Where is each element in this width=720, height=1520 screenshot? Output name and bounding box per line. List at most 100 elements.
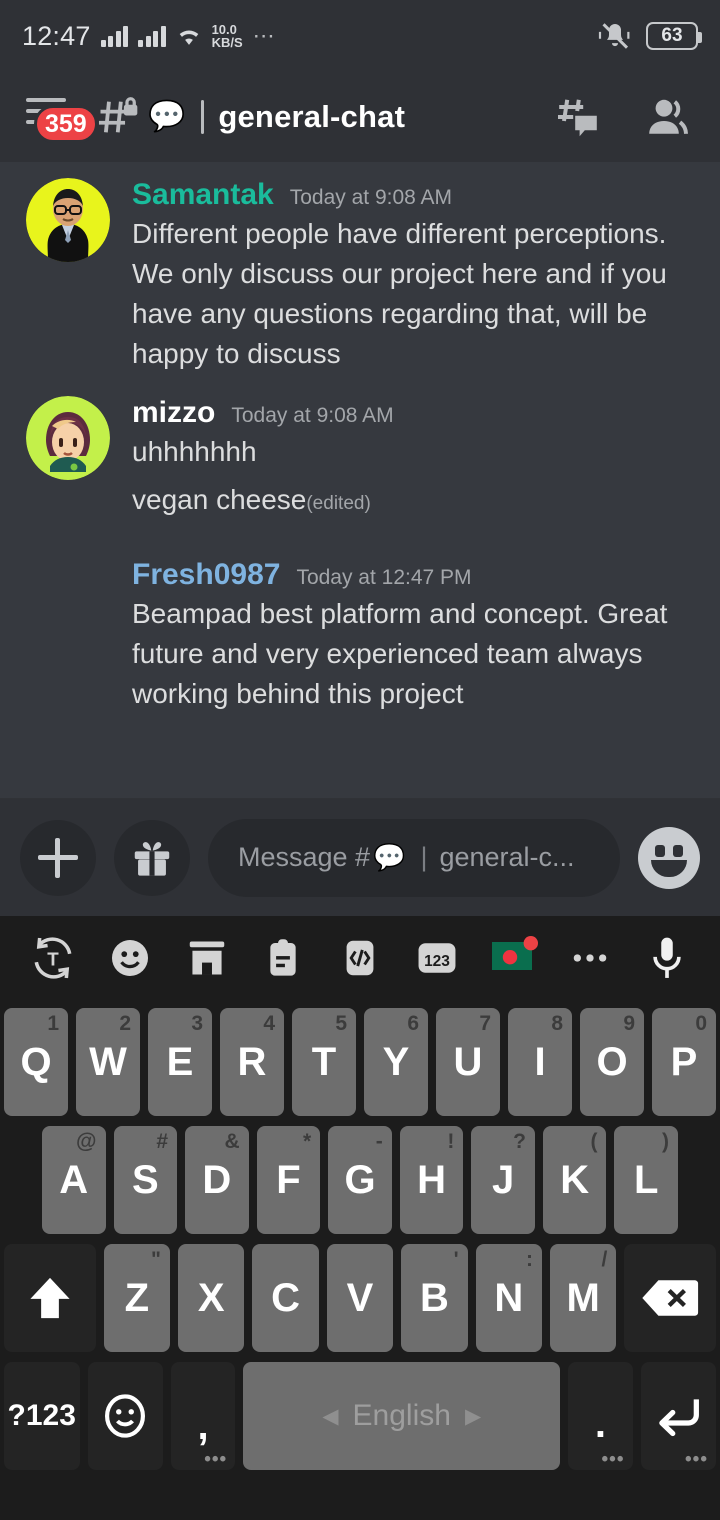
message-timestamp: Today at 9:08 AM: [289, 186, 453, 209]
message-author[interactable]: mizzo: [132, 396, 215, 430]
emoji-key[interactable]: [87, 1362, 163, 1470]
message-input[interactable]: Message # 💬 | general-c...: [208, 818, 620, 897]
key-k[interactable]: (K: [542, 1126, 607, 1234]
key-label: Z: [124, 1275, 150, 1320]
message-item[interactable]: mizzo Today at 9:08 AM uhhhhhhh vegan ch…: [0, 374, 720, 524]
sticker-store-icon[interactable]: [180, 931, 234, 985]
message-author[interactable]: Fresh0987: [132, 558, 280, 592]
key-hint: ': [453, 1248, 459, 1271]
emoji-smile-icon[interactable]: [638, 826, 700, 889]
message-text: Beampad best platform and concept. Great…: [132, 598, 668, 709]
key-hint: /: [601, 1248, 608, 1271]
gift-button[interactable]: [114, 819, 190, 896]
keyboard-rows: 1Q 2W 3E 4R 5T 6Y 7U 8I 9O 0P @ A # S & D *…: [0, 1000, 720, 1490]
key-hint: 1: [47, 1012, 59, 1035]
key-b[interactable]: ' B: [401, 1244, 468, 1352]
key-label: Q: [20, 1039, 52, 1084]
enter-key[interactable]: •••: [640, 1362, 716, 1470]
members-icon[interactable]: [644, 93, 692, 141]
menu-button[interactable]: 359: [20, 89, 98, 145]
emoji-icon[interactable]: [103, 931, 157, 985]
message-item[interactable]: Fresh0987 Today at 12:47 PM Beampad best…: [0, 524, 720, 714]
threads-icon[interactable]: [554, 93, 602, 141]
language-flag-icon[interactable]: [487, 931, 541, 985]
key-x[interactable]: X: [178, 1244, 245, 1352]
symbols-key[interactable]: ?123: [4, 1362, 80, 1470]
code-translate-icon[interactable]: [333, 931, 387, 985]
status-bar: 12:47 10.0 KB/S ⋯ 63: [0, 0, 720, 72]
space-prev-language-arrow[interactable]: ◀: [322, 1404, 338, 1429]
key-e[interactable]: 3E: [148, 1008, 212, 1116]
key-j[interactable]: ? J: [471, 1126, 535, 1234]
key-label: B: [419, 1275, 449, 1320]
message-timestamp: Today at 9:08 AM: [231, 404, 394, 427]
microphone-icon[interactable]: [640, 931, 694, 985]
key-label: L: [634, 1157, 659, 1202]
key-r[interactable]: 4R: [220, 1008, 284, 1116]
emoji-eye-right: [673, 844, 683, 857]
key-z[interactable]: " Z: [103, 1244, 171, 1352]
channel-title: general-chat: [218, 99, 406, 134]
message-list[interactable]: Samantak Today at 9:08 AM Different peop…: [0, 162, 720, 798]
key-label: H: [417, 1157, 446, 1202]
clipboard-icon[interactable]: [256, 931, 310, 985]
key-u[interactable]: 7U: [436, 1008, 500, 1116]
comma-key[interactable]: , •••: [171, 1362, 236, 1470]
key-g[interactable]: -G: [328, 1126, 392, 1234]
key-hint: 9: [623, 1012, 635, 1035]
period-key[interactable]: . •••: [568, 1362, 633, 1470]
key-w[interactable]: 2W: [76, 1008, 140, 1116]
key-t[interactable]: 5T: [292, 1008, 356, 1116]
key-c[interactable]: C: [252, 1244, 319, 1352]
space-key[interactable]: ◀ English ▶: [243, 1362, 561, 1470]
key-i[interactable]: 8I: [508, 1008, 572, 1116]
status-bar-right: 63: [598, 21, 702, 51]
message-text: uhhhhhhh: [132, 436, 257, 467]
key-p[interactable]: 0P: [652, 1008, 716, 1116]
key-hint: 8: [551, 1012, 563, 1035]
more-icon[interactable]: [563, 931, 617, 985]
backspace-key[interactable]: [624, 1244, 716, 1352]
key-l[interactable]: ) L: [614, 1126, 679, 1234]
numbers-icon[interactable]: 123: [410, 931, 464, 985]
network-speed-unit: KB/S: [211, 35, 243, 50]
key-d[interactable]: & D: [185, 1126, 249, 1234]
channel-header: 359 💬 general-chat: [0, 72, 720, 162]
avatar-placeholder: [26, 558, 110, 642]
key-hint: 3: [191, 1012, 203, 1035]
key-h[interactable]: ! H: [399, 1126, 464, 1234]
header-divider: [201, 100, 205, 134]
message-author[interactable]: Samantak: [132, 178, 274, 212]
key-label: F: [276, 1157, 301, 1202]
translate-icon[interactable]: T: [26, 931, 80, 985]
samantak-avatar[interactable]: [26, 178, 110, 262]
key-s[interactable]: # S: [113, 1126, 178, 1234]
key-hint: -: [375, 1130, 383, 1153]
mizzo-avatar[interactable]: [26, 396, 110, 480]
key-hint: 4: [263, 1012, 275, 1035]
emoji-eye-left: [655, 844, 665, 857]
message-item[interactable]: Samantak Today at 9:08 AM Different peop…: [0, 168, 720, 374]
message-timestamp: Today at 12:47 PM: [296, 566, 472, 589]
key-label: M: [566, 1275, 600, 1320]
key-label: S: [131, 1157, 159, 1202]
key-o[interactable]: 9O: [580, 1008, 644, 1116]
key-label: O: [596, 1039, 628, 1084]
keyboard: T 123 1 Q 2 W 3 E 4 R 5 T 6 Y 7 U 8 I 9 …: [0, 916, 720, 1520]
key-n[interactable]: :N: [475, 1244, 542, 1352]
key-label: I: [534, 1039, 546, 1084]
key-a[interactable]: @ A: [41, 1126, 106, 1234]
key-label: R: [237, 1039, 267, 1084]
add-attachment-button[interactable]: [20, 819, 96, 896]
key-y[interactable]: 6Y: [364, 1008, 428, 1116]
input-placeholder-prefix: Message #: [238, 842, 371, 872]
status-bar-left: 12:47 10.0 KB/S ⋯: [22, 21, 277, 52]
shift-key[interactable]: [4, 1244, 96, 1352]
key-f[interactable]: * F: [256, 1126, 321, 1234]
space-next-language-arrow[interactable]: ▶: [465, 1404, 481, 1429]
key-v[interactable]: V: [326, 1244, 394, 1352]
status-overflow-icon: ⋯: [252, 23, 277, 48]
unread-badge: 359: [34, 105, 98, 143]
key-m[interactable]: / M: [549, 1244, 617, 1352]
key-q[interactable]: 1Q: [4, 1008, 68, 1116]
